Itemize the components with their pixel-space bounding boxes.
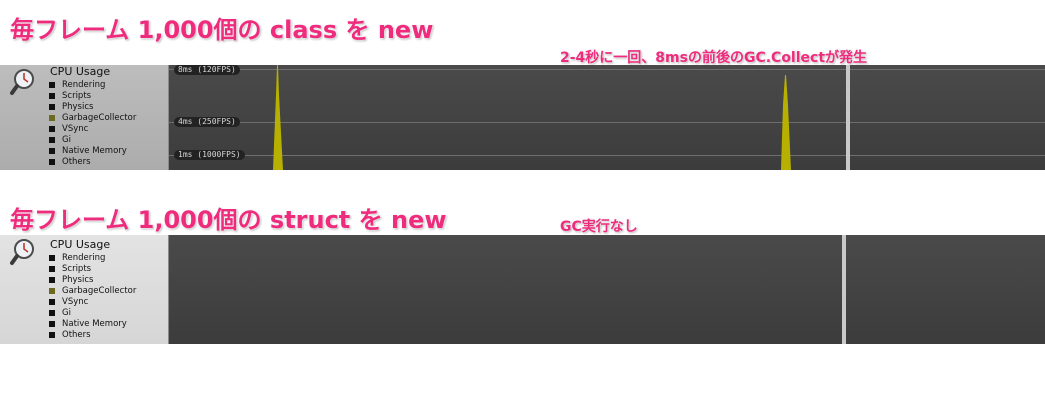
- legend-swatch: [49, 265, 55, 272]
- legend-label: GarbageCollector: [62, 285, 137, 296]
- legend-item-rendering[interactable]: Rendering: [49, 252, 136, 263]
- gc-spike-1: [273, 65, 283, 170]
- grid-label-4ms: 4ms (250FPS): [174, 117, 240, 127]
- legend-label: VSync: [62, 123, 89, 134]
- legend-swatch: [49, 147, 55, 154]
- legend-swatch: [49, 81, 55, 88]
- legend-item-rendering[interactable]: Rendering: [49, 79, 136, 90]
- profiler-sidebar[interactable]: CPU Usage Rendering Scripts Physics Garb…: [0, 235, 169, 344]
- gc-spike-2: [781, 75, 791, 170]
- legend-item-physics[interactable]: Physics: [49, 101, 136, 112]
- legend-swatch: [49, 125, 55, 132]
- legend-item-others[interactable]: Others: [49, 329, 136, 340]
- legend-item-vsync[interactable]: VSync: [49, 296, 136, 307]
- profiler-panel-class: CPU Usage Rendering Scripts Physics Garb…: [0, 65, 1045, 170]
- legend-label: Physics: [62, 274, 94, 285]
- gc-spikes: [273, 65, 791, 170]
- cpu-usage-title: CPU Usage: [50, 238, 111, 251]
- legend-swatch: [49, 287, 55, 294]
- legend-swatch: [49, 309, 55, 316]
- legend-label: Gi: [62, 307, 71, 318]
- legend-swatch: [49, 320, 55, 327]
- frame-cursor[interactable]: [846, 65, 850, 170]
- legend-swatch: [49, 92, 55, 99]
- class-caption: 毎フレーム 1,000個の class を new: [10, 16, 434, 44]
- legend-label: Native Memory: [62, 145, 127, 156]
- legend-label: Scripts: [62, 263, 92, 274]
- frame-cursor[interactable]: [842, 235, 846, 344]
- legend-label: GarbageCollector: [62, 112, 137, 123]
- struct-gc-note: GC実行なし: [560, 219, 638, 235]
- legend-item-native-memory[interactable]: Native Memory: [49, 318, 136, 329]
- grid-label-1ms: 1ms (1000FPS): [174, 150, 245, 160]
- legend-swatch: [49, 136, 55, 143]
- legend-label: Rendering: [62, 252, 106, 263]
- cpu-usage-title: CPU Usage: [50, 65, 111, 78]
- legend-item-scripts[interactable]: Scripts: [49, 263, 136, 274]
- legend-label: Scripts: [62, 90, 92, 101]
- legend-label: Rendering: [62, 79, 106, 90]
- legend-label: Native Memory: [62, 318, 127, 329]
- struct-caption: 毎フレーム 1,000個の struct を new: [10, 206, 447, 234]
- legend-item-others[interactable]: Others: [49, 156, 136, 167]
- legend-item-garbagecollector[interactable]: GarbageCollector: [49, 285, 136, 296]
- legend-label: VSync: [62, 296, 89, 307]
- legend-item-garbagecollector[interactable]: GarbageCollector: [49, 112, 136, 123]
- legend-label: Others: [62, 329, 91, 340]
- legend: Rendering Scripts Physics GarbageCollect…: [49, 252, 136, 340]
- legend-item-physics[interactable]: Physics: [49, 274, 136, 285]
- profiler-panel-struct: CPU Usage Rendering Scripts Physics Garb…: [0, 235, 1045, 344]
- magnifier-icon: [10, 239, 34, 265]
- legend-item-native-memory[interactable]: Native Memory: [49, 145, 136, 156]
- legend-label: Gi: [62, 134, 71, 145]
- legend-swatch: [49, 331, 55, 338]
- legend-item-vsync[interactable]: VSync: [49, 123, 136, 134]
- legend-item-gi[interactable]: Gi: [49, 134, 136, 145]
- legend-swatch: [49, 158, 55, 165]
- cpu-graph[interactable]: [169, 235, 1045, 344]
- legend-swatch: [49, 254, 55, 261]
- legend-swatch: [49, 276, 55, 283]
- class-gc-note: 2-4秒に一回、8msの前後のGC.Collectが発生: [560, 50, 868, 66]
- profiler-sidebar[interactable]: CPU Usage Rendering Scripts Physics Garb…: [0, 65, 169, 170]
- magnifier-icon: [10, 69, 34, 95]
- legend-label: Physics: [62, 101, 94, 112]
- legend-swatch: [49, 298, 55, 305]
- legend-item-gi[interactable]: Gi: [49, 307, 136, 318]
- cpu-graph[interactable]: 8ms (120FPS) 4ms (250FPS) 1ms (1000FPS): [169, 65, 1045, 170]
- legend-item-scripts[interactable]: Scripts: [49, 90, 136, 101]
- legend-label: Others: [62, 156, 91, 167]
- legend: Rendering Scripts Physics GarbageCollect…: [49, 79, 136, 167]
- legend-swatch: [49, 103, 55, 110]
- legend-swatch: [49, 114, 55, 121]
- grid-label-8ms: 8ms (120FPS): [174, 65, 240, 75]
